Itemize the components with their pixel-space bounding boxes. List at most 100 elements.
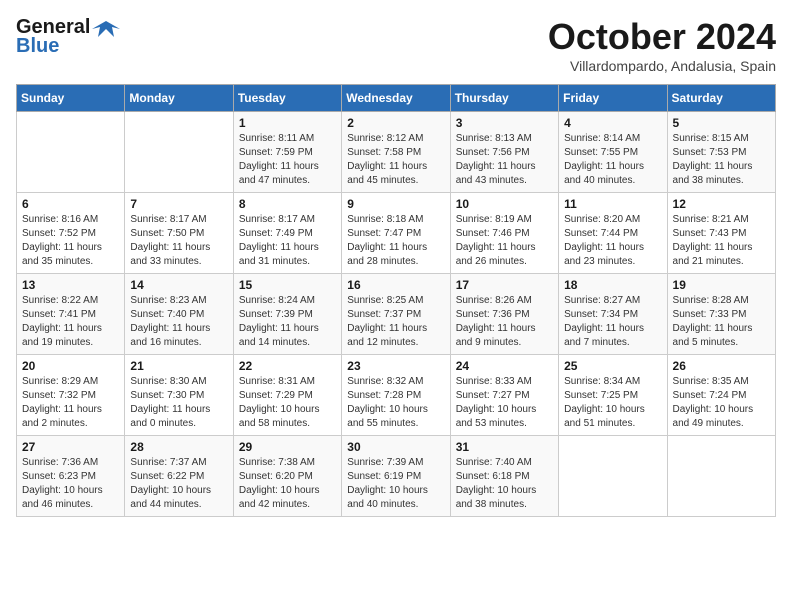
calendar-cell: 22 Sunrise: 8:31 AM Sunset: 7:29 PM Dayli… xyxy=(233,355,341,436)
calendar-cell: 12Sunrise: 8:21 AM Sunset: 7:43 PM Dayli… xyxy=(667,193,775,274)
day-detail: Sunrise: 7:40 AM Sunset: 6:18 PM Dayligh… xyxy=(456,456,553,512)
weekday-header: Saturday xyxy=(667,85,775,112)
logo: General Blue xyxy=(16,16,120,58)
day-number: 21 xyxy=(130,359,227,373)
calendar-cell: 10 Sunrise: 8:19 AM Sunset: 7:46 PM Dayli… xyxy=(450,193,558,274)
day-detail: Sunrise: 7:37 AM Sunset: 6:22 PM Dayligh… xyxy=(130,456,227,512)
day-number: 3 xyxy=(456,116,553,130)
page-header: General Blue October 2024 Villardompardo… xyxy=(16,16,776,74)
calendar-cell: 15Sunrise: 8:24 AM Sunset: 7:39 PM Dayli… xyxy=(233,274,341,355)
calendar-cell: 16Sunrise: 8:25 AM Sunset: 7:37 PM Dayli… xyxy=(342,274,450,355)
day-detail: Sunrise: 8:31 AM Sunset: 7:29 PM Dayligh… xyxy=(239,375,336,431)
calendar-cell: 23Sunrise: 8:32 AM Sunset: 7:28 PM Dayli… xyxy=(342,355,450,436)
calendar-cell: 2 Sunrise: 8:12 AM Sunset: 7:58 PM Daylig… xyxy=(342,112,450,193)
calendar-cell: 28 Sunrise: 7:37 AM Sunset: 6:22 PM Dayli… xyxy=(125,436,233,517)
calendar-cell: 17Sunrise: 8:26 AM Sunset: 7:36 PM Dayli… xyxy=(450,274,558,355)
day-number: 4 xyxy=(564,116,661,130)
day-detail: Sunrise: 8:11 AM Sunset: 7:59 PM Dayligh… xyxy=(239,132,336,188)
day-detail: Sunrise: 8:13 AM Sunset: 7:56 PM Dayligh… xyxy=(456,132,553,188)
calendar-week-row: 6 Sunrise: 8:16 AM Sunset: 7:52 PM Daylig… xyxy=(17,193,776,274)
day-number: 28 xyxy=(130,440,227,454)
day-detail: Sunrise: 8:33 AM Sunset: 7:27 PM Dayligh… xyxy=(456,375,553,431)
day-number: 9 xyxy=(347,197,444,211)
location-subtitle: Villardompardo, Andalusia, Spain xyxy=(548,58,776,74)
day-detail: Sunrise: 8:18 AM Sunset: 7:47 PM Dayligh… xyxy=(347,213,444,269)
calendar-cell: 25 Sunrise: 8:34 AM Sunset: 7:25 PM Dayli… xyxy=(559,355,667,436)
day-number: 1 xyxy=(239,116,336,130)
calendar-cell: 31 Sunrise: 7:40 AM Sunset: 6:18 PM Dayli… xyxy=(450,436,558,517)
day-number: 11 xyxy=(564,197,661,211)
calendar-cell: 29 Sunrise: 7:38 AM Sunset: 6:20 PM Dayli… xyxy=(233,436,341,517)
day-number: 8 xyxy=(239,197,336,211)
calendar-week-row: 20Sunrise: 8:29 AM Sunset: 7:32 PM Dayli… xyxy=(17,355,776,436)
day-detail: Sunrise: 8:34 AM Sunset: 7:25 PM Dayligh… xyxy=(564,375,661,431)
calendar-cell: 18 Sunrise: 8:27 AM Sunset: 7:34 PM Dayli… xyxy=(559,274,667,355)
calendar-cell: 21 Sunrise: 8:30 AM Sunset: 7:30 PM Dayli… xyxy=(125,355,233,436)
calendar-cell xyxy=(667,436,775,517)
day-detail: Sunrise: 7:36 AM Sunset: 6:23 PM Dayligh… xyxy=(22,456,119,512)
day-detail: Sunrise: 8:35 AM Sunset: 7:24 PM Dayligh… xyxy=(673,375,770,431)
weekday-header: Tuesday xyxy=(233,85,341,112)
day-detail: Sunrise: 8:15 AM Sunset: 7:53 PM Dayligh… xyxy=(673,132,770,188)
day-number: 31 xyxy=(456,440,553,454)
day-detail: Sunrise: 7:39 AM Sunset: 6:19 PM Dayligh… xyxy=(347,456,444,512)
calendar-cell xyxy=(125,112,233,193)
calendar-cell: 20Sunrise: 8:29 AM Sunset: 7:32 PM Dayli… xyxy=(17,355,125,436)
day-number: 14 xyxy=(130,278,227,292)
day-number: 2 xyxy=(347,116,444,130)
day-detail: Sunrise: 8:17 AM Sunset: 7:50 PM Dayligh… xyxy=(130,213,227,269)
day-detail: Sunrise: 8:12 AM Sunset: 7:58 PM Dayligh… xyxy=(347,132,444,188)
day-number: 24 xyxy=(456,359,553,373)
calendar-cell: 30 Sunrise: 7:39 AM Sunset: 6:19 PM Dayli… xyxy=(342,436,450,517)
day-detail: Sunrise: 8:19 AM Sunset: 7:46 PM Dayligh… xyxy=(456,213,553,269)
calendar-cell: 6 Sunrise: 8:16 AM Sunset: 7:52 PM Daylig… xyxy=(17,193,125,274)
day-number: 7 xyxy=(130,197,227,211)
day-detail: Sunrise: 8:14 AM Sunset: 7:55 PM Dayligh… xyxy=(564,132,661,188)
weekday-header-row: SundayMondayTuesdayWednesdayThursdayFrid… xyxy=(17,85,776,112)
day-detail: Sunrise: 8:29 AM Sunset: 7:32 PM Dayligh… xyxy=(22,375,119,431)
month-title: October 2024 xyxy=(548,16,776,58)
calendar-cell: 11 Sunrise: 8:20 AM Sunset: 7:44 PM Dayli… xyxy=(559,193,667,274)
calendar-cell: 1 Sunrise: 8:11 AM Sunset: 7:59 PM Daylig… xyxy=(233,112,341,193)
day-number: 29 xyxy=(239,440,336,454)
day-detail: Sunrise: 8:30 AM Sunset: 7:30 PM Dayligh… xyxy=(130,375,227,431)
day-detail: Sunrise: 8:27 AM Sunset: 7:34 PM Dayligh… xyxy=(564,294,661,350)
calendar-cell: 14 Sunrise: 8:23 AM Sunset: 7:40 PM Dayli… xyxy=(125,274,233,355)
day-number: 10 xyxy=(456,197,553,211)
day-number: 25 xyxy=(564,359,661,373)
day-detail: Sunrise: 8:16 AM Sunset: 7:52 PM Dayligh… xyxy=(22,213,119,269)
logo-blue-text: Blue xyxy=(16,35,59,58)
calendar-week-row: 13Sunrise: 8:22 AM Sunset: 7:41 PM Dayli… xyxy=(17,274,776,355)
day-number: 30 xyxy=(347,440,444,454)
calendar-cell: 4 Sunrise: 8:14 AM Sunset: 7:55 PM Daylig… xyxy=(559,112,667,193)
weekday-header: Monday xyxy=(125,85,233,112)
day-detail: Sunrise: 8:23 AM Sunset: 7:40 PM Dayligh… xyxy=(130,294,227,350)
day-detail: Sunrise: 8:21 AM Sunset: 7:43 PM Dayligh… xyxy=(673,213,770,269)
calendar-cell: 9 Sunrise: 8:18 AM Sunset: 7:47 PM Daylig… xyxy=(342,193,450,274)
calendar-cell xyxy=(559,436,667,517)
day-detail: Sunrise: 8:20 AM Sunset: 7:44 PM Dayligh… xyxy=(564,213,661,269)
calendar-week-row: 1 Sunrise: 8:11 AM Sunset: 7:59 PM Daylig… xyxy=(17,112,776,193)
calendar-cell: 13Sunrise: 8:22 AM Sunset: 7:41 PM Dayli… xyxy=(17,274,125,355)
calendar-cell: 26 Sunrise: 8:35 AM Sunset: 7:24 PM Dayli… xyxy=(667,355,775,436)
calendar-week-row: 27 Sunrise: 7:36 AM Sunset: 6:23 PM Dayli… xyxy=(17,436,776,517)
day-number: 16 xyxy=(347,278,444,292)
day-number: 26 xyxy=(673,359,770,373)
day-detail: Sunrise: 8:32 AM Sunset: 7:28 PM Dayligh… xyxy=(347,375,444,431)
day-number: 22 xyxy=(239,359,336,373)
calendar-cell xyxy=(17,112,125,193)
calendar-cell: 19 Sunrise: 8:28 AM Sunset: 7:33 PM Dayli… xyxy=(667,274,775,355)
calendar-cell: 7 Sunrise: 8:17 AM Sunset: 7:50 PM Daylig… xyxy=(125,193,233,274)
weekday-header: Friday xyxy=(559,85,667,112)
calendar-cell: 8 Sunrise: 8:17 AM Sunset: 7:49 PM Daylig… xyxy=(233,193,341,274)
day-number: 19 xyxy=(673,278,770,292)
day-detail: Sunrise: 7:38 AM Sunset: 6:20 PM Dayligh… xyxy=(239,456,336,512)
day-detail: Sunrise: 8:28 AM Sunset: 7:33 PM Dayligh… xyxy=(673,294,770,350)
calendar-cell: 5Sunrise: 8:15 AM Sunset: 7:53 PM Daylig… xyxy=(667,112,775,193)
day-number: 18 xyxy=(564,278,661,292)
day-number: 6 xyxy=(22,197,119,211)
day-number: 17 xyxy=(456,278,553,292)
day-number: 27 xyxy=(22,440,119,454)
logo-bird-icon xyxy=(92,19,120,37)
day-detail: Sunrise: 8:17 AM Sunset: 7:49 PM Dayligh… xyxy=(239,213,336,269)
